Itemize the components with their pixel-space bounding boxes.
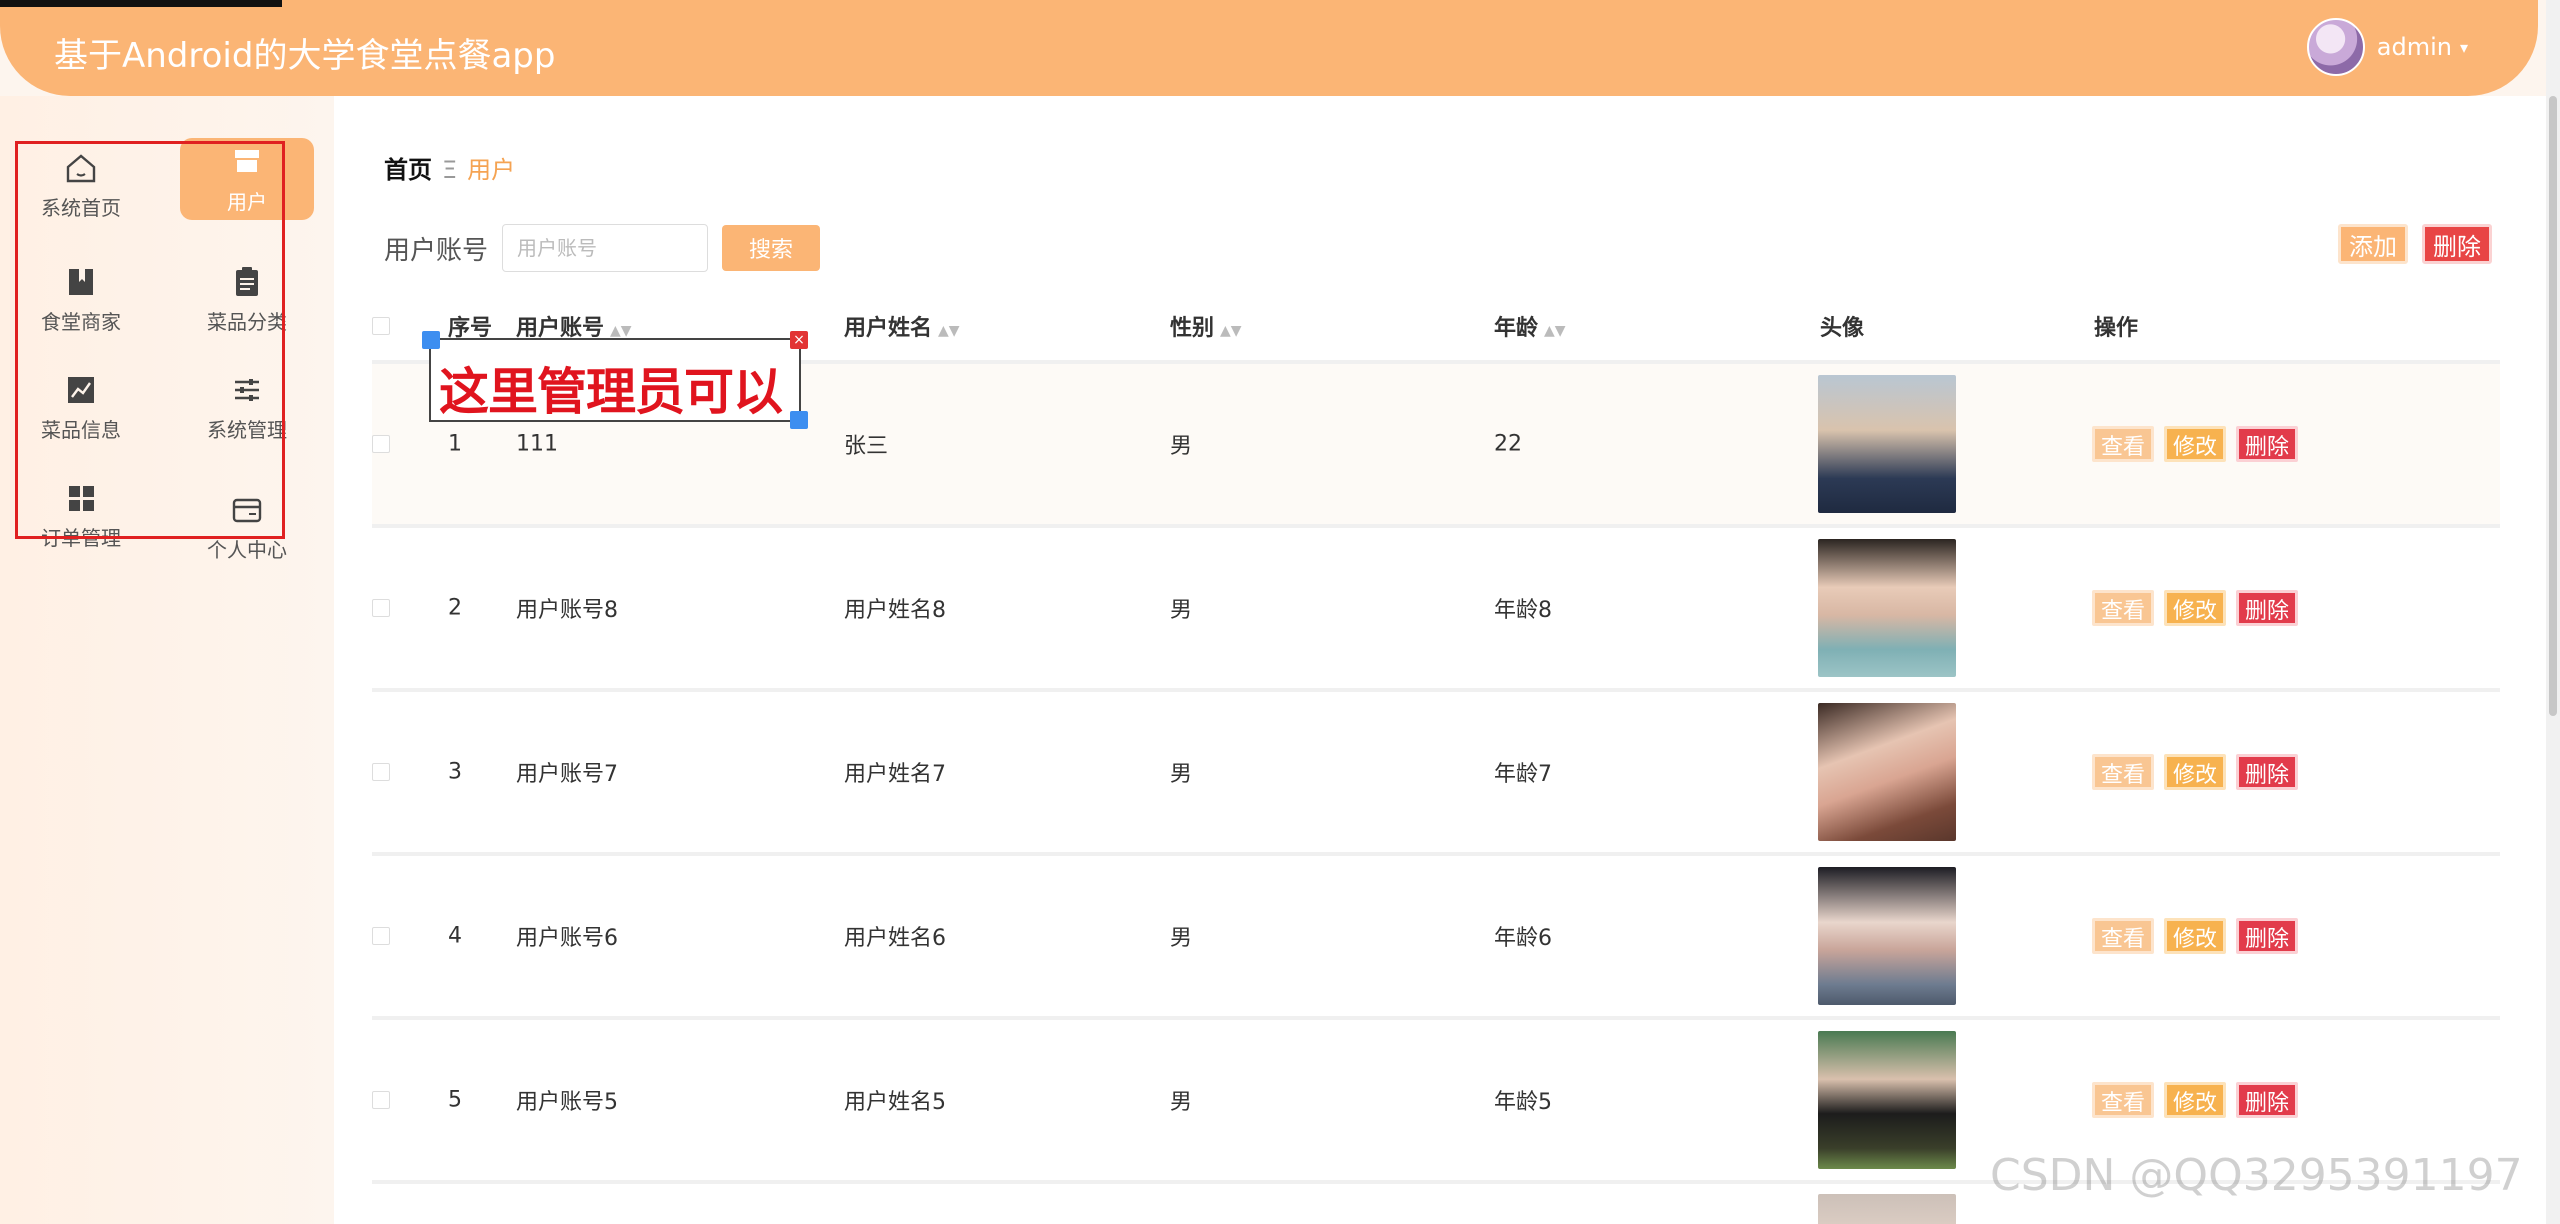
edit-button[interactable]: 修改 <box>2164 590 2227 626</box>
cell-account: 用户账号7 <box>516 762 618 787</box>
cell-gender: 男 <box>1170 598 1193 623</box>
row-checkbox[interactable] <box>372 1091 390 1109</box>
search-input[interactable] <box>502 224 709 272</box>
username[interactable]: admin <box>2377 33 2452 61</box>
close-icon[interactable]: × <box>790 331 808 349</box>
delete-button[interactable]: 删除 <box>2236 754 2299 790</box>
cell-name: 用户姓名5 <box>844 1090 946 1115</box>
sidebar-item-label: 个人中心 <box>207 538 287 562</box>
scrollbar-thumb[interactable] <box>2549 96 2557 716</box>
annotation-text[interactable]: 这里管理员可以 <box>439 352 783 424</box>
row-checkbox[interactable] <box>372 435 390 453</box>
cell-name: 用户姓名7 <box>844 762 946 787</box>
cell-account: 用户账号6 <box>516 926 618 951</box>
cell-index: 1 <box>448 431 462 457</box>
cell-account: 111 <box>516 431 558 457</box>
main-content: 首页 Ξ 用户 用户账号 搜索 添加 删除 序号 用户账号▲▼ 用户姓名▲▼ 性别▲… <box>334 96 2560 1224</box>
row-checkbox[interactable] <box>372 763 390 781</box>
delete-button[interactable]: 删除 <box>2236 426 2299 462</box>
table-row: 2 用户账号8 用户姓名8 男 年龄8 查看 修改 删除 <box>372 524 2500 688</box>
sort-icon[interactable]: ▲▼ <box>1544 323 1566 339</box>
view-button[interactable]: 查看 <box>2092 590 2155 626</box>
cell-index: 5 <box>448 1087 462 1113</box>
cell-gender: 男 <box>1170 762 1193 787</box>
avatar-image <box>1818 1194 1956 1224</box>
row-actions: 查看 修改 删除 <box>2092 754 2308 790</box>
cell-name: 张三 <box>844 434 889 459</box>
view-button[interactable]: 查看 <box>2092 426 2155 462</box>
row-actions: 查看 修改 删除 <box>2092 426 2308 462</box>
breadcrumb-home[interactable]: 首页 <box>384 156 432 184</box>
select-all-checkbox[interactable] <box>372 317 390 335</box>
annotation-textbox[interactable]: × 这里管理员可以 <box>422 331 808 429</box>
row-checkbox[interactable] <box>372 599 390 617</box>
header-ops: 操作 <box>2094 316 2139 341</box>
breadcrumb: 首页 Ξ 用户 <box>384 150 515 185</box>
avatar-image <box>1818 703 1956 841</box>
batch-delete-button[interactable]: 删除 <box>2422 224 2492 264</box>
cell-age: 年龄8 <box>1494 598 1552 623</box>
cell-index: 2 <box>448 595 462 621</box>
cell-name: 用户姓名8 <box>844 598 946 623</box>
search-button[interactable]: 搜索 <box>722 225 821 271</box>
title-bar-strip <box>0 0 282 7</box>
row-actions: 查看 修改 删除 <box>2092 918 2308 954</box>
avatar[interactable] <box>2306 18 2365 76</box>
table-row: 3 用户账号7 用户姓名7 男 年龄7 查看 修改 删除 <box>372 688 2500 852</box>
cell-age: 年龄6 <box>1494 926 1552 951</box>
cell-gender: 男 <box>1170 434 1193 459</box>
breadcrumb-current: 用户 <box>467 156 516 184</box>
row-actions: 查看 修改 删除 <box>2092 1082 2308 1118</box>
edit-button[interactable]: 修改 <box>2164 754 2227 790</box>
avatar-image <box>1818 539 1956 677</box>
cell-age: 年龄5 <box>1494 1090 1552 1115</box>
view-button[interactable]: 查看 <box>2092 918 2155 954</box>
cell-account: 用户账号5 <box>516 1090 618 1115</box>
add-button[interactable]: 添加 <box>2338 224 2408 264</box>
app-header: 基于Android的大学食堂点餐app admin ▾ <box>0 0 2538 96</box>
toolbar: 添加 删除 <box>2338 224 2492 264</box>
cell-index: 4 <box>448 923 462 949</box>
cell-name: 用户姓名6 <box>844 926 946 951</box>
avatar-image <box>1818 1031 1956 1169</box>
delete-button[interactable]: 删除 <box>2236 918 2299 954</box>
header-name[interactable]: 用户姓名 ▲▼ <box>844 310 960 342</box>
user-table: 序号 用户账号 ▲▼ 用户姓名 ▲▼ 性别 ▲▼ 年龄 ▲▼ 头像 操作 1 111 张… <box>372 292 2500 1224</box>
app-title: 基于Android的大学食堂点餐app <box>54 36 556 76</box>
edit-button[interactable]: 修改 <box>2164 918 2227 954</box>
sort-icon[interactable]: ▲▼ <box>610 323 632 339</box>
watermark: CSDN @QQ3295391197 <box>1990 1150 2523 1201</box>
rotate-handle-icon[interactable] <box>422 331 440 349</box>
cell-gender: 男 <box>1170 1090 1193 1115</box>
user-menu[interactable]: admin ▾ <box>2306 18 2468 76</box>
search-label: 用户账号 <box>384 235 489 266</box>
chevron-down-icon[interactable]: ▾ <box>2460 38 2468 57</box>
header-gender[interactable]: 性别 ▲▼ <box>1170 310 1242 342</box>
cell-age: 年龄7 <box>1494 762 1552 787</box>
sort-icon[interactable]: ▲▼ <box>938 323 960 339</box>
edit-button[interactable]: 修改 <box>2164 1082 2227 1118</box>
breadcrumb-separator: Ξ <box>442 156 458 184</box>
cell-age: 22 <box>1494 431 1522 457</box>
annotation-highlight-box <box>15 141 285 539</box>
header-age[interactable]: 年龄 ▲▼ <box>1494 310 1566 342</box>
delete-button[interactable]: 删除 <box>2236 1082 2299 1118</box>
page-scrollbar[interactable] <box>2546 0 2560 1224</box>
view-button[interactable]: 查看 <box>2092 754 2155 790</box>
cell-account: 用户账号8 <box>516 598 618 623</box>
table-row: 4 用户账号6 用户姓名6 男 年龄6 查看 修改 删除 <box>372 852 2500 1016</box>
avatar-image <box>1818 375 1956 513</box>
cell-gender: 男 <box>1170 926 1193 951</box>
header-avatar: 头像 <box>1820 316 1865 341</box>
avatar-image <box>1818 867 1956 1005</box>
delete-button[interactable]: 删除 <box>2236 590 2299 626</box>
row-actions: 查看 修改 删除 <box>2092 590 2308 626</box>
edit-button[interactable]: 修改 <box>2164 426 2227 462</box>
sort-icon[interactable]: ▲▼ <box>1220 323 1242 339</box>
view-button[interactable]: 查看 <box>2092 1082 2155 1118</box>
search-bar: 用户账号 搜索 <box>384 224 821 272</box>
row-checkbox[interactable] <box>372 927 390 945</box>
cell-index: 3 <box>448 759 462 785</box>
resize-handle-icon[interactable] <box>790 411 808 429</box>
